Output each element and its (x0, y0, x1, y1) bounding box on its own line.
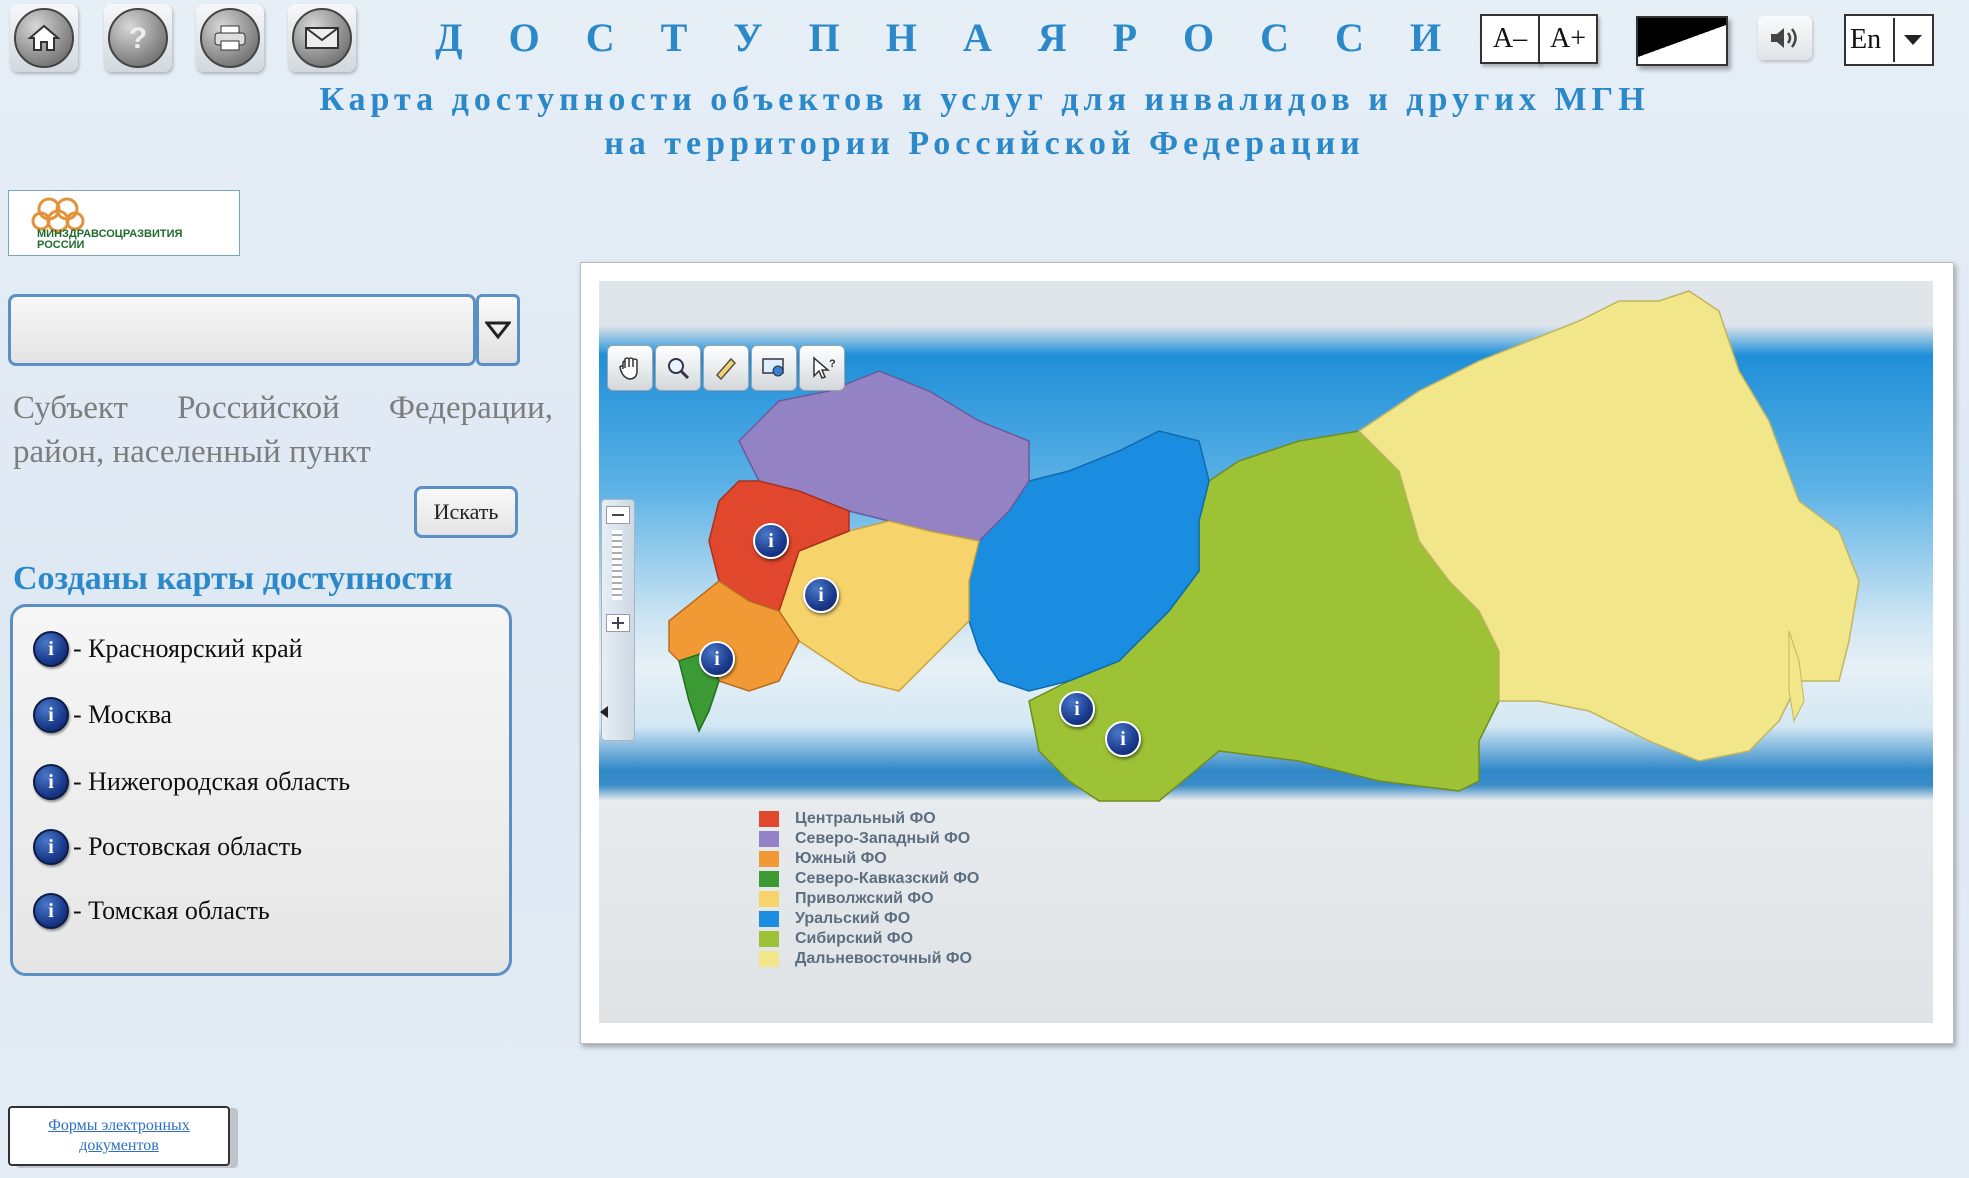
zoom-tool-button[interactable] (655, 345, 701, 391)
list-item[interactable]: i - Москва (33, 695, 172, 735)
sound-button[interactable] (1758, 16, 1812, 60)
search-button[interactable]: Искать (414, 486, 518, 538)
contrast-toggle[interactable] (1636, 16, 1728, 66)
map-frame: ? i i i i i Центральный ФО Северо-Западны… (580, 262, 1954, 1044)
svg-text:?: ? (829, 358, 835, 370)
search-hint: Субъект Российской Федерации, район, нас… (13, 390, 553, 470)
font-increase-button[interactable]: A+ (1538, 14, 1598, 64)
legend-row: Приволжский ФО (759, 889, 979, 909)
pointer-help-icon: ? (813, 356, 835, 379)
chevron-down-icon (485, 321, 511, 340)
map-marker-moscow[interactable]: i (753, 523, 789, 559)
hand-icon (619, 357, 638, 380)
legend-swatch (759, 851, 779, 867)
info-icon: i (33, 893, 69, 929)
map-viewport[interactable]: ? i i i i i Центральный ФО Северо-Западны… (599, 281, 1933, 1023)
site-subtitle: Карта доступности объектов и услуг для и… (0, 78, 1969, 166)
legend-label: Сибирский ФО (795, 930, 914, 947)
created-maps-list: i - Красноярский край i - Москва i - Ниж… (10, 604, 512, 976)
map-marker-rostov[interactable]: i (699, 641, 735, 677)
legend-row: Уральский ФО (759, 909, 979, 929)
created-maps-title: Созданы карты доступности (13, 560, 453, 597)
legend-swatch (759, 911, 779, 927)
measure-tool-button[interactable] (703, 345, 749, 391)
legend-row: Южный ФО (759, 849, 979, 869)
legend-label: Приволжский ФО (795, 890, 934, 907)
language-value: En (1850, 24, 1882, 55)
zoom-in-button[interactable] (606, 614, 630, 632)
map-marker-tomsk[interactable]: i (1059, 691, 1095, 727)
legend-label: Дальневосточный ФО (795, 950, 972, 967)
legend-label: Уральский ФО (795, 910, 911, 927)
list-item-label: - Москва (73, 700, 172, 729)
zoom-out-button[interactable] (606, 506, 630, 524)
list-item[interactable]: i - Ростовская область (33, 827, 302, 867)
legend-label: Центральный ФО (795, 810, 936, 827)
legend-swatch (759, 931, 779, 947)
ministry-logo[interactable]: МИНЗДРАВСОЦРАЗВИТИЯ РОССИИ (8, 190, 240, 256)
legend-row: Северо-Кавказский ФО (759, 869, 979, 889)
zoom-slider[interactable] (600, 499, 635, 741)
pan-tool-button[interactable] (607, 345, 653, 391)
legend-row: Центральный ФО (759, 809, 979, 829)
monitor-icon (762, 358, 784, 377)
subtitle-line-2: на территории Российской Федерации (604, 125, 1365, 162)
info-icon: i (33, 764, 69, 800)
region-dropdown-button[interactable] (476, 294, 520, 366)
magnifier-icon (668, 358, 690, 380)
legend-row: Северо-Западный ФО (759, 829, 979, 849)
list-item[interactable]: i - Красноярский край (33, 629, 303, 669)
map-marker-nizhny-novgorod[interactable]: i (803, 577, 839, 613)
legend-row: Сибирский ФО (759, 929, 979, 949)
info-icon: i (33, 697, 69, 733)
subtitle-line-1: Карта доступности объектов и услуг для и… (319, 81, 1650, 118)
speaker-icon (1771, 28, 1797, 48)
legend-label: Северо-Западный ФО (795, 830, 971, 847)
list-item[interactable]: i - Нижегородская область (33, 762, 350, 802)
collapse-arrow-icon[interactable] (600, 706, 608, 718)
chevron-down-icon[interactable] (1892, 18, 1932, 62)
layers-tool-button[interactable] (751, 345, 797, 391)
language-select[interactable]: En (1844, 14, 1934, 66)
info-icon: i (33, 631, 69, 667)
map-marker-krasnoyarsk[interactable]: i (1105, 721, 1141, 757)
map-legend: Центральный ФО Северо-Западный ФО Южный ФО… (759, 809, 979, 969)
legend-swatch (759, 831, 779, 847)
legend-label: Южный ФО (795, 850, 887, 867)
electronic-forms-link[interactable]: Формы электронных документов (8, 1106, 230, 1166)
legend-swatch (759, 871, 779, 887)
legend-swatch (759, 811, 779, 827)
list-item-label: - Томская область (73, 896, 270, 925)
list-item[interactable]: i - Томская область (33, 891, 270, 931)
legend-swatch (759, 951, 779, 967)
legend-row: Дальневосточный ФО (759, 949, 979, 969)
region-search-input[interactable] (8, 294, 476, 366)
list-item-label: - Ростовская область (73, 832, 302, 861)
info-icon: i (33, 829, 69, 865)
logo-text: МИНЗДРАВСОЦРАЗВИТИЯ РОССИИ (37, 228, 183, 251)
identify-tool-button[interactable]: ? (799, 345, 845, 391)
legend-swatch (759, 891, 779, 907)
list-item-label: - Красноярский край (73, 634, 303, 663)
zoom-track[interactable] (612, 530, 622, 600)
font-decrease-button[interactable]: A– (1480, 14, 1540, 64)
ruler-icon (715, 357, 737, 381)
legend-label: Северо-Кавказский ФО (795, 870, 980, 887)
list-item-label: - Нижегородская область (73, 767, 351, 796)
